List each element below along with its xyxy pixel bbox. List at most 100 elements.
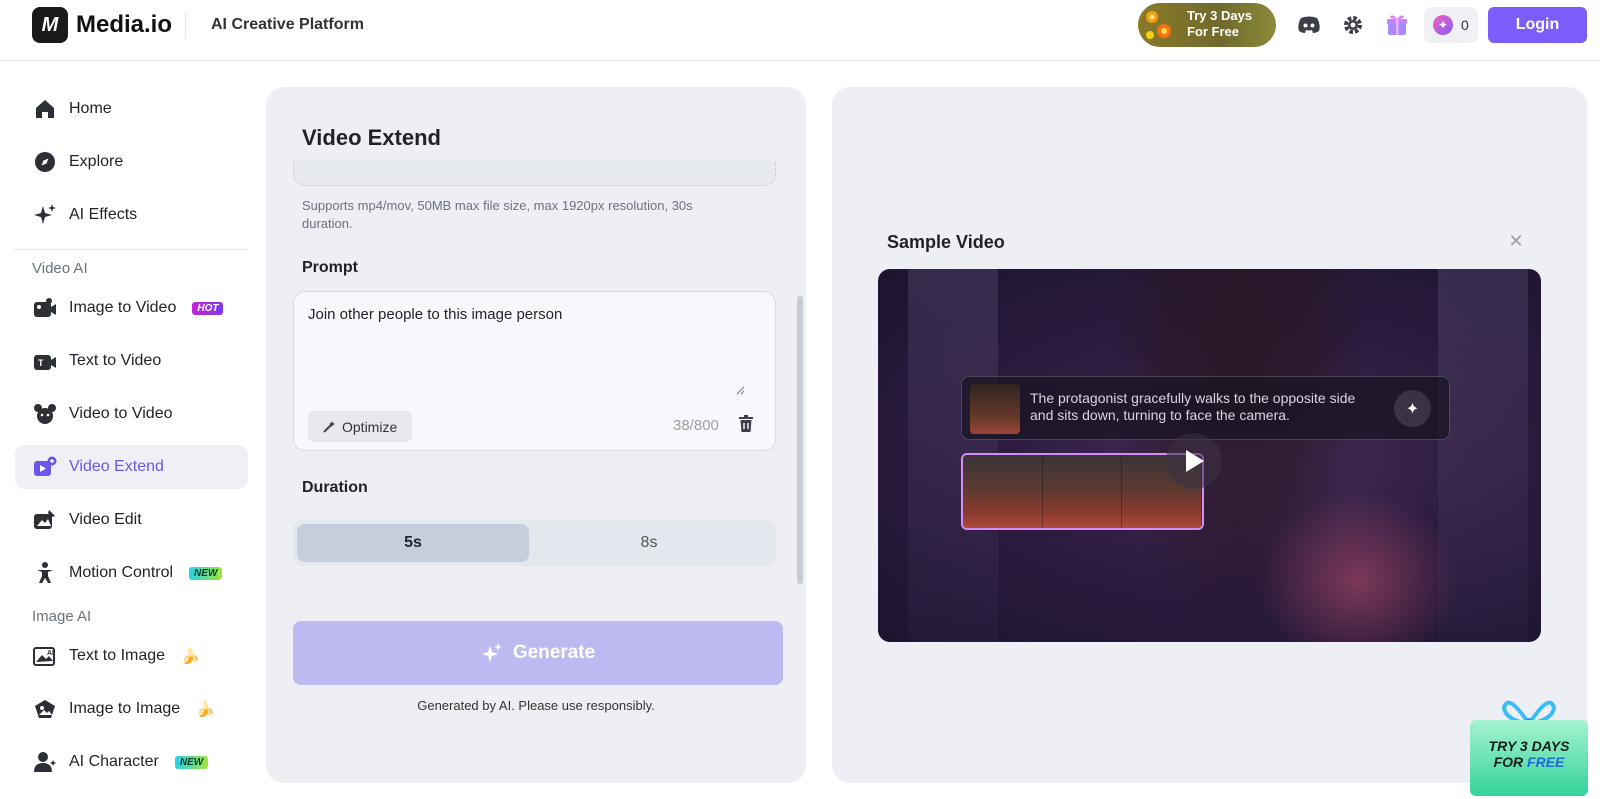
credit-star-icon: ✦ xyxy=(1433,15,1453,35)
header-divider xyxy=(185,12,186,38)
tool-panel: Video Extend Supports mp4/mov, 50MB max … xyxy=(266,87,806,783)
sidebar: Home Explore AI Effects Video AI Image t… xyxy=(0,61,262,799)
sample-video[interactable]: The protagonist gracefully walks to the … xyxy=(878,269,1541,642)
trash-icon[interactable] xyxy=(736,414,756,434)
trial-line-2: For Free xyxy=(1187,24,1240,39)
gift-icon[interactable] xyxy=(1384,12,1410,38)
ai-character-icon xyxy=(33,750,57,774)
film-frame xyxy=(1042,455,1123,528)
banana-icon: 🍌 xyxy=(196,701,215,718)
generate-button[interactable]: Generate xyxy=(293,621,783,685)
sparkles-icon xyxy=(481,643,502,662)
resize-grip-icon[interactable] xyxy=(735,385,745,395)
optimize-label: Optimize xyxy=(342,418,398,435)
sidebar-item-label: Image to Video xyxy=(69,299,177,316)
char-counter: 38/800 xyxy=(673,417,719,434)
promo-for: FOR xyxy=(1493,754,1528,770)
sidebar-item-ai-effects[interactable]: AI Effects xyxy=(15,193,248,237)
panel-scrollbar[interactable] xyxy=(797,296,803,584)
video-to-video-icon xyxy=(33,402,57,426)
ai-disclaimer: Generated by AI. Please use responsibly. xyxy=(417,698,655,713)
sidebar-item-label: Video to Video xyxy=(69,405,173,422)
video-glow xyxy=(1258,489,1458,642)
sidebar-item-image-to-image[interactable]: Image to Image 🍌 xyxy=(15,687,248,731)
sidebar-item-label: Text to Image xyxy=(69,647,166,664)
banana-icon: 🍌 xyxy=(181,648,200,665)
hot-badge: HOT xyxy=(192,301,224,315)
duration-label: Duration xyxy=(302,479,368,496)
prompt-value[interactable]: Join other people to this image person xyxy=(308,306,562,323)
sidebar-item-label: Explore xyxy=(69,153,124,170)
text-to-video-icon: T xyxy=(33,349,57,373)
promo-line-1: TRY 3 DAYS xyxy=(1488,738,1570,754)
sidebar-item-label: Video Extend xyxy=(69,458,164,475)
promo-free: FREE xyxy=(1527,754,1565,770)
sidebar-divider xyxy=(14,249,248,250)
duration-selector: 5s 8s xyxy=(293,520,776,566)
sidebar-item-video-extend[interactable]: Video Extend xyxy=(15,445,248,489)
duration-option-5s[interactable]: 5s xyxy=(297,524,529,562)
film-frame xyxy=(963,455,1043,528)
video-edit-icon xyxy=(33,508,57,532)
play-button[interactable] xyxy=(1166,433,1222,489)
top-header: M Media.io AI Creative Platform Try 3 Da… xyxy=(0,0,1600,61)
generate-label: Generate xyxy=(512,642,596,663)
sidebar-item-video-edit[interactable]: Video Edit xyxy=(15,498,248,542)
promo-card: TRY 3 DAYS FOR FREE xyxy=(1470,720,1588,796)
sidebar-item-label: Text to Video xyxy=(69,352,162,369)
discord-icon[interactable] xyxy=(1296,12,1322,38)
sample-title: Sample Video xyxy=(887,232,1005,252)
flower-icon xyxy=(1146,11,1171,39)
sparkles-icon xyxy=(33,203,57,227)
upload-support-text: Supports mp4/mov, 50MB max file size, ma… xyxy=(302,198,693,231)
sidebar-item-explore[interactable]: Explore xyxy=(15,140,248,184)
sidebar-item-motion-control[interactable]: Motion Control NEW xyxy=(15,551,248,595)
trial-line-1: Try 3 Days xyxy=(1187,8,1253,23)
compass-icon xyxy=(33,150,57,174)
sidebar-item-label: Image to Image xyxy=(69,700,181,717)
new-badge: NEW xyxy=(189,566,223,580)
caption-text: The protagonist gracefully walks to the … xyxy=(1030,390,1356,423)
section-image-ai: Image AI xyxy=(32,608,92,625)
sidebar-item-label: AI Effects xyxy=(69,206,138,223)
prompt-label: Prompt xyxy=(302,259,358,276)
text-to-image-icon: AI xyxy=(33,644,57,668)
duration-option-8s[interactable]: 8s xyxy=(533,524,765,562)
preview-panel: Sample Video ✕ The protagonist gracefull… xyxy=(832,87,1587,783)
sidebar-item-image-to-video[interactable]: Image to Video HOT xyxy=(15,286,248,330)
close-icon[interactable]: ✕ xyxy=(1508,232,1524,250)
credits-display[interactable]: ✦ 0 xyxy=(1424,7,1478,43)
login-button[interactable]: Login xyxy=(1488,7,1587,43)
prompt-input[interactable]: Join other people to this image person O… xyxy=(293,291,776,451)
home-icon xyxy=(33,97,57,121)
sidebar-item-label: Home xyxy=(69,100,112,117)
svg-text:AI: AI xyxy=(47,650,54,657)
trial-badge[interactable]: Try 3 Days For Free xyxy=(1138,3,1276,47)
sidebar-item-text-to-video[interactable]: T Text to Video xyxy=(15,339,248,383)
logo-text: Media.io xyxy=(76,11,173,38)
section-video-ai: Video AI xyxy=(32,260,88,277)
sidebar-item-ai-character[interactable]: AI Character NEW xyxy=(15,740,248,784)
platform-label[interactable]: AI Creative Platform xyxy=(211,16,364,34)
magic-wand-icon xyxy=(323,420,335,433)
sidebar-item-label: AI Character xyxy=(69,753,159,770)
motion-control-icon xyxy=(33,561,57,585)
gear-icon[interactable] xyxy=(1340,12,1366,38)
page-title: Video Extend xyxy=(302,125,441,150)
svg-text:T: T xyxy=(38,358,44,368)
free-trial-promo[interactable]: TRY 3 DAYS FOR FREE xyxy=(1470,696,1588,796)
caption-thumbnail xyxy=(970,384,1020,434)
upload-dropzone[interactable] xyxy=(293,161,776,186)
new-badge: NEW xyxy=(174,755,209,769)
image-to-image-icon xyxy=(33,697,57,721)
sidebar-item-video-to-video[interactable]: Video to Video xyxy=(15,392,248,436)
credits-count: 0 xyxy=(1461,17,1469,33)
optimize-button[interactable]: Optimize xyxy=(308,411,412,442)
sidebar-item-text-to-image[interactable]: AI Text to Image 🍌 xyxy=(15,634,248,678)
sidebar-item-home[interactable]: Home xyxy=(15,87,248,131)
logo[interactable]: M Media.io xyxy=(32,7,172,43)
sidebar-item-label: Video Edit xyxy=(69,511,142,528)
image-to-video-icon xyxy=(33,296,57,320)
play-icon xyxy=(1186,450,1204,472)
promo-line-2: FOR FREE xyxy=(1470,754,1588,770)
